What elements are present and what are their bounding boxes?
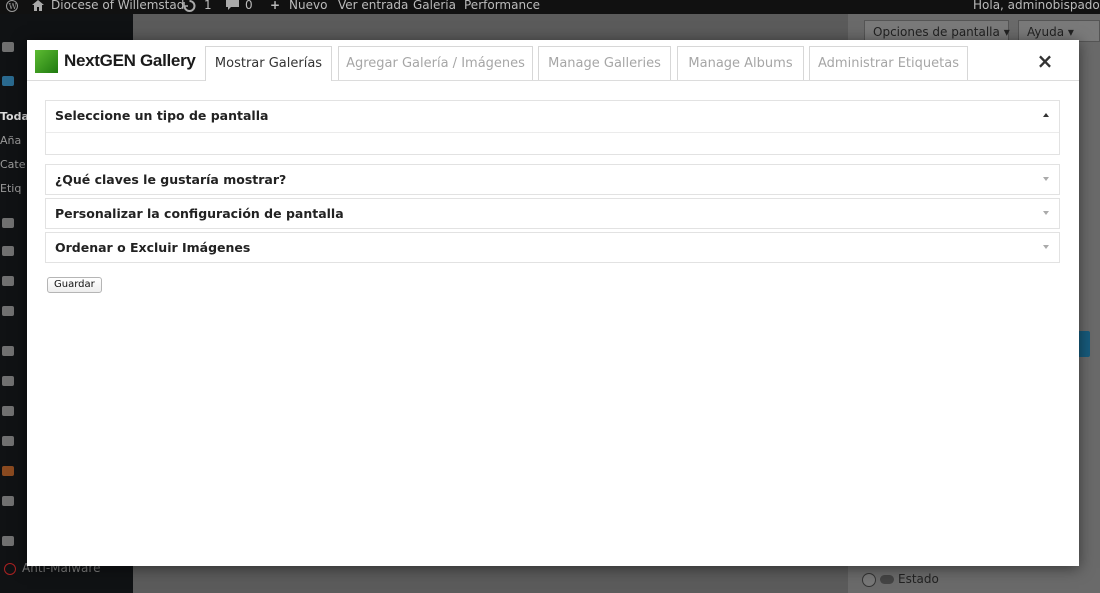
updates-icon[interactable] — [183, 0, 196, 12]
screen-options-button[interactable]: Opciones de pantalla ▾ — [864, 20, 1010, 42]
status-radio[interactable] — [862, 572, 876, 587]
tab-manage-galleries[interactable]: Manage Galleries — [538, 46, 671, 80]
panel-display-settings: Personalizar la configuración de pantall… — [45, 198, 1060, 229]
view-post-link[interactable]: Ver entrada — [338, 0, 408, 12]
chevron-down-icon[interactable] — [1043, 245, 1049, 249]
forms-icon — [2, 306, 14, 316]
comments-icon[interactable] — [226, 0, 239, 11]
nextgen-brand-text: NextGEN Gallery — [64, 51, 196, 70]
tab-manage-tags[interactable]: Administrar Etiquetas — [809, 46, 968, 80]
status-format-icon — [880, 575, 894, 584]
wordpress-icon[interactable]: W — [6, 0, 18, 12]
chevron-down-icon[interactable] — [1043, 211, 1049, 215]
appearance-icon — [2, 346, 14, 356]
tools-icon — [2, 436, 14, 446]
plugins-icon — [2, 376, 14, 386]
plus-icon[interactable]: + — [270, 0, 280, 12]
tab-manage-albums[interactable]: Manage Albums — [677, 46, 804, 80]
panel-sources-title[interactable]: ¿Qué claves le gustaría mostrar? — [55, 165, 286, 195]
gallery-menu-icon — [2, 466, 14, 476]
tab-add-gallery-images[interactable]: Agregar Galería / Imágenes — [338, 46, 533, 80]
comments-count[interactable]: 0 — [245, 0, 253, 12]
panel-display-settings-title[interactable]: Personalizar la configuración de pantall… — [55, 199, 344, 229]
panel-sort-exclude-title[interactable]: Ordenar o Excluir Imágenes — [55, 233, 250, 263]
pages-icon — [2, 246, 14, 256]
panel-sources: ¿Qué claves le gustaría mostrar? — [45, 164, 1060, 195]
panel-display-type-body — [46, 132, 1059, 155]
gallery-link[interactable]: Galería — [413, 0, 456, 12]
format-status-option[interactable]: Estado — [862, 572, 939, 587]
home-icon[interactable] — [32, 0, 44, 11]
settings-icon — [2, 536, 14, 546]
dashboard-icon — [2, 42, 14, 52]
widgets-icon — [2, 496, 14, 506]
sidebar-item-all[interactable]: Toda — [0, 110, 29, 123]
tab-display-galleries[interactable]: Mostrar Galerías — [205, 46, 332, 81]
chevron-up-icon[interactable] — [1043, 113, 1049, 117]
panel-display-type-title[interactable]: Seleccione un tipo de pantalla — [55, 101, 268, 131]
panel-sort-exclude: Ordenar o Excluir Imágenes — [45, 232, 1060, 263]
media-icon — [2, 218, 14, 228]
modal-header: NextGEN Gallery Mostrar Galerías Agregar… — [27, 40, 1079, 81]
users-icon — [2, 406, 14, 416]
nextgen-logo-icon — [35, 50, 58, 73]
pin-icon — [2, 76, 14, 86]
updates-count[interactable]: 1 — [204, 0, 212, 12]
save-button[interactable]: Guardar — [47, 277, 102, 293]
admin-bar: Diocese of Willemstad 1 0 + Nuevo Ver en… — [0, 0, 1100, 14]
malware-icon — [4, 562, 16, 575]
sidebar-item-tags[interactable]: Etiq — [0, 182, 21, 195]
help-button[interactable]: Ayuda ▾ — [1018, 20, 1100, 42]
new-content-link[interactable]: Nuevo — [289, 0, 327, 12]
chevron-down-icon[interactable] — [1043, 177, 1049, 181]
panel-display-type: Seleccione un tipo de pantalla — [45, 100, 1060, 155]
sidebar-item-categories[interactable]: Cate — [0, 158, 26, 171]
svg-text:W: W — [9, 2, 18, 11]
sidebar-item-add[interactable]: Aña — [0, 134, 21, 147]
greeting-link[interactable]: Hola, adminobispado — [973, 0, 1100, 12]
site-name-link[interactable]: Diocese of Willemstad — [51, 0, 184, 12]
nextgen-modal: NextGEN Gallery Mostrar Galerías Agregar… — [27, 40, 1079, 566]
performance-link[interactable]: Performance — [464, 0, 540, 12]
comments-menu-icon — [2, 276, 14, 286]
close-icon[interactable]: × — [1035, 51, 1055, 71]
